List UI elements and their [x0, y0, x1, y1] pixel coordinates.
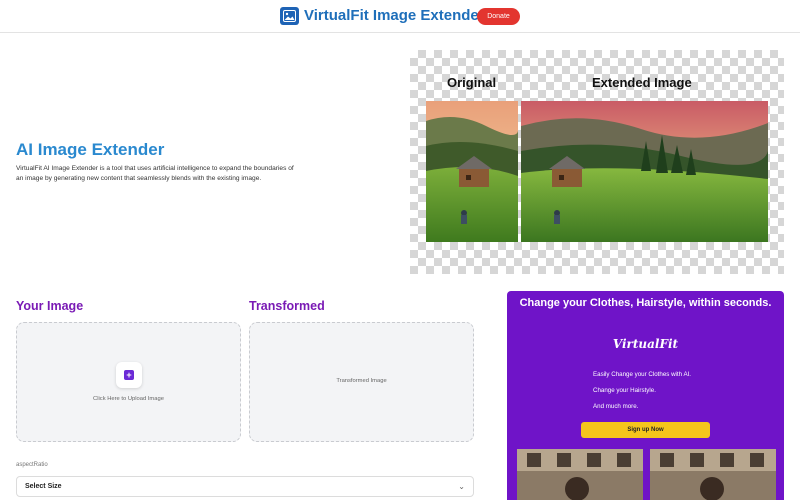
transformed-placeholder: Transformed Image: [336, 378, 387, 384]
promo-thumbnail: [517, 449, 643, 500]
aspect-ratio-label: aspectRatio: [16, 462, 48, 468]
image-icon[interactable]: [280, 7, 299, 25]
promo-line-hairstyle: Change your Hairstyle.: [593, 387, 656, 394]
size-select-value: Select Size: [25, 483, 62, 490]
signup-button[interactable]: Sign up Now: [581, 422, 710, 438]
label-original: Original: [447, 75, 497, 90]
hero-description: VirtualFit AI Image Extender is a tool t…: [16, 165, 294, 182]
extended-photo: [521, 101, 768, 242]
heading-transformed: Transformed: [249, 299, 325, 313]
plus-icon: +: [124, 370, 134, 380]
brand-title[interactable]: VirtualFit Image Extender: [304, 7, 485, 24]
top-header: VirtualFit Image Extender Donate: [0, 0, 800, 33]
heading-your-image: Your Image: [16, 299, 84, 313]
promo-thumbnail: [650, 449, 776, 500]
chevron-down-icon: ⌄: [458, 482, 465, 491]
promo-title: Change your Clothes, Hairstyle, within s…: [519, 297, 772, 309]
size-select[interactable]: Select Size ⌄: [16, 476, 474, 497]
promo-brand-logo[interactable]: VirtualFit: [507, 337, 784, 351]
promo-line-more: And much more.: [593, 403, 639, 410]
transformed-preview: Transformed Image: [249, 322, 474, 442]
promo-panel: Change your Clothes, Hairstyle, within s…: [507, 291, 784, 500]
donate-button[interactable]: Donate: [477, 8, 520, 25]
upload-hint: Click Here to Upload Image: [93, 396, 164, 402]
label-extended-image: Extended Image: [592, 75, 692, 90]
original-photo: [426, 101, 518, 242]
upload-dropzone[interactable]: + Click Here to Upload Image: [16, 322, 241, 442]
hero-title: AI Image Extender: [16, 140, 165, 159]
upload-button[interactable]: +: [116, 362, 142, 388]
promo-line-clothes: Easily Change your Clothes with AI.: [593, 371, 692, 378]
